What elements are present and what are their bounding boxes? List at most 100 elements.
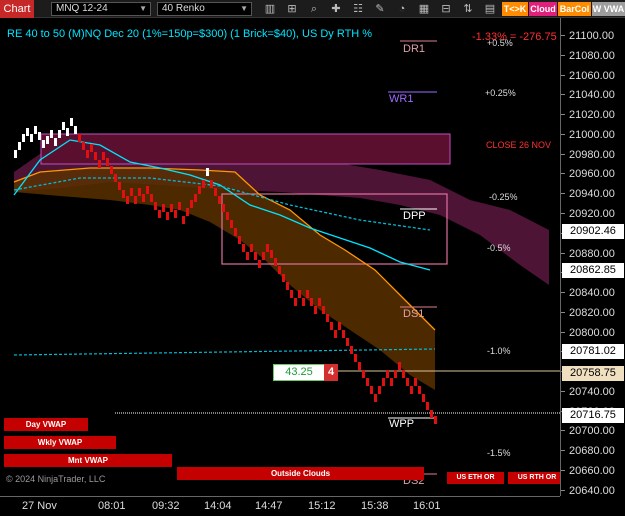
renko-brick (230, 220, 233, 228)
data-box-icon[interactable]: ⊟ (438, 1, 454, 17)
renko-brick (306, 290, 309, 298)
grid-icon[interactable]: ▤ (482, 1, 498, 17)
renko-brick (246, 252, 249, 260)
renko-brick (290, 290, 293, 298)
renko-brick (62, 122, 65, 130)
toggle-cloud[interactable]: Cloud (529, 2, 557, 16)
magnifier-icon[interactable]: ⌕ (306, 1, 322, 17)
price-tick: 20800.00 (561, 326, 615, 339)
monthly-vwap-line (13, 348, 436, 356)
renko-brick (154, 202, 157, 210)
strategies-icon[interactable]: ▦ (416, 1, 432, 17)
renko-brick (370, 386, 373, 394)
renko-brick (362, 370, 365, 378)
renko-brick (142, 194, 145, 202)
crosshair-icon[interactable]: ✚ (328, 1, 344, 17)
time-axis[interactable]: 27 Nov 08:01 09:32 14:04 14:47 15:12 15:38 16:0… (0, 496, 560, 516)
price-tick: 20660.00 (561, 465, 615, 477)
renko-brick (222, 204, 225, 212)
renko-brick (102, 152, 105, 160)
toggle-barcol-label: BarCol (559, 4, 590, 14)
renko-brick (22, 134, 25, 142)
trade-icon[interactable]: ⇅ (460, 1, 476, 17)
renko-brick (434, 416, 437, 424)
chart-menu-button[interactable]: Chart (0, 0, 34, 18)
chart-title: RE 40 to 50 (M)NQ Dec 20 (1%=150p=$300) … (7, 28, 373, 40)
instrument-value: MNQ 12-24 (56, 3, 108, 14)
renko-brick (410, 386, 413, 394)
price-tick: 20820.00 (561, 306, 615, 319)
renko-brick (350, 346, 353, 354)
properties-icon[interactable]: ◔ (394, 1, 410, 17)
renko-brick (326, 314, 329, 322)
bars-icon[interactable]: ▥ (262, 1, 278, 17)
brick-count-badge: 4 (324, 364, 338, 381)
price-label: 20758.75 (562, 366, 624, 382)
pct-plus-025: +0.25% (485, 88, 516, 98)
renko-brick (54, 138, 57, 146)
renko-brick (418, 386, 421, 394)
price-tick: 20700.00 (561, 425, 615, 438)
toggle-wvwap[interactable]: W VWA (592, 2, 625, 16)
wkly-vwap-button[interactable]: Wkly VWAP (4, 436, 116, 449)
chevron-down-icon: ▼ (240, 4, 248, 13)
price-tick: 20640.00 (561, 484, 615, 497)
renko-brick (394, 370, 397, 378)
renko-brick (106, 158, 109, 166)
renko-brick (58, 130, 61, 138)
renko-brick (390, 378, 393, 386)
renko-brick (342, 330, 345, 338)
renko-brick (186, 208, 189, 216)
renko-brick (294, 298, 297, 306)
day-vwap-button[interactable]: Day VWAP (4, 418, 88, 431)
renko-brick (182, 216, 185, 224)
renko-brick (430, 410, 433, 418)
change-status: -1.33% = -276.75 (472, 31, 557, 43)
us-eth-or-button[interactable]: US ETH OR (447, 472, 504, 484)
mnt-vwap-button[interactable]: Mnt VWAP (4, 454, 172, 467)
orange-cloud (14, 168, 435, 390)
renko-brick (190, 200, 193, 208)
renko-brick (382, 378, 385, 386)
renko-brick (178, 202, 181, 210)
renko-brick (82, 142, 85, 150)
renko-brick (302, 298, 305, 306)
renko-brick (422, 394, 425, 402)
brick-countdown-value: 43.25 (273, 364, 325, 381)
pivot-dpp: DPP (403, 210, 426, 222)
price-tick: 20680.00 (561, 445, 615, 458)
indicators-icon[interactable]: ⊞ (284, 1, 300, 17)
outside-clouds-button[interactable]: Outside Clouds (177, 467, 424, 480)
toggle-wvwap-label: W VWA (592, 4, 625, 14)
renko-brick (258, 260, 261, 268)
renko-brick (26, 128, 29, 136)
bar-type-selector[interactable]: 40 Renko ▼ (157, 2, 252, 16)
toggle-barcol[interactable]: BarCol (558, 2, 591, 16)
price-label: 20902.46 (562, 224, 624, 240)
renko-brick (114, 174, 117, 182)
renko-brick (322, 306, 325, 314)
price-label: 20716.75 (562, 407, 624, 423)
price-axis[interactable]: 21100.00 21080.00 21060.00 21040.00 21020.00… (560, 18, 625, 497)
toggle-tk-label: T<>K (503, 4, 527, 14)
renko-brick (198, 186, 201, 194)
renko-brick (74, 126, 77, 134)
renko-brick (234, 228, 237, 236)
renko-brick (214, 188, 217, 196)
toggle-tk[interactable]: T<>K (502, 2, 528, 16)
renko-brick (402, 370, 405, 378)
renko-brick (298, 290, 301, 298)
renko-brick (14, 150, 17, 158)
instrument-selector[interactable]: MNQ 12-24 ▼ (51, 2, 151, 16)
drawing-tool-icon[interactable]: ✎ (372, 1, 388, 17)
us-rth-or-button[interactable]: US RTH OR (508, 472, 566, 484)
renko-brick (286, 282, 289, 290)
renko-brick (282, 274, 285, 282)
renko-brick (262, 252, 265, 260)
renko-brick (158, 210, 161, 218)
time-tick: 08:01 (98, 500, 126, 512)
settings-icon[interactable]: ☷ (350, 1, 366, 17)
renko-brick (42, 140, 45, 148)
renko-brick (170, 204, 173, 212)
time-tick: 27 Nov (22, 500, 57, 512)
